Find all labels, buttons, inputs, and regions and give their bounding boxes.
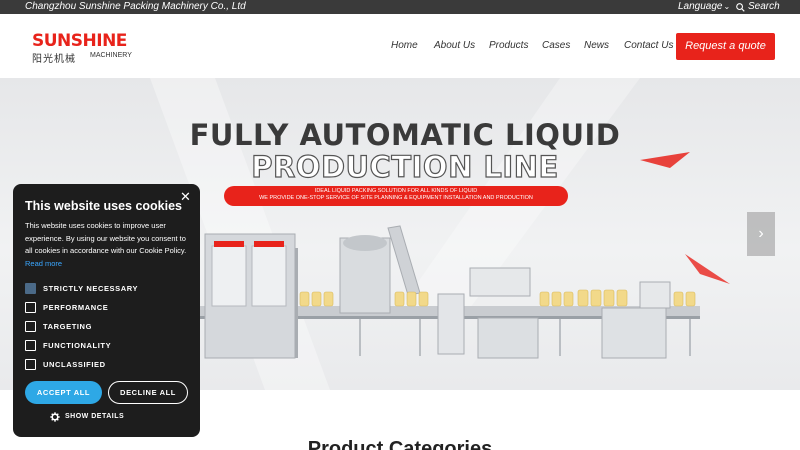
- cookie-option-label: TARGETING: [43, 322, 93, 331]
- nav-products[interactable]: Products: [489, 40, 528, 51]
- cookie-option-label: FUNCTIONALITY: [43, 341, 112, 350]
- logo-chinese: 阳光机械: [32, 54, 76, 65]
- cookie-option-label: UNCLASSIFIED: [43, 360, 106, 369]
- nav-contact-us[interactable]: Contact Us: [624, 40, 673, 51]
- slider-next-arrow[interactable]: ›: [747, 212, 775, 256]
- company-logo[interactable]: SUNSHINE 阳光机械 MACHINERY: [32, 31, 136, 65]
- logo-brand: SUNSHINE: [32, 31, 127, 51]
- cookie-description: This website uses cookies to improve use…: [25, 220, 193, 270]
- hero-title-line2: PRODUCTION LINE: [251, 149, 559, 184]
- cookie-consent-popup: ✕ This website uses cookies This website…: [13, 184, 200, 437]
- cookie-option-label: STRICTLY NECESSARY: [43, 284, 139, 293]
- search-link[interactable]: Search: [736, 1, 780, 12]
- checkbox[interactable]: [25, 302, 36, 313]
- nav-about-us[interactable]: About Us: [434, 40, 475, 51]
- read-more-link[interactable]: Read more: [25, 259, 62, 268]
- checkbox[interactable]: [25, 321, 36, 332]
- show-details-button[interactable]: SHOW DETAILS: [50, 412, 125, 422]
- hero-title-line1: FULLY AUTOMATIC LIQUID: [189, 118, 621, 152]
- logo-sub: MACHINERY: [90, 52, 132, 59]
- company-name: Changzhou Sunshine Packing Machinery Co.…: [25, 1, 246, 12]
- cookie-option-label: PERFORMANCE: [43, 303, 109, 312]
- checkbox-checked[interactable]: [25, 283, 36, 294]
- show-details-label: SHOW DETAILS: [65, 413, 125, 420]
- top-bar: Changzhou Sunshine Packing Machinery Co.…: [0, 0, 800, 14]
- site-header: SUNSHINE 阳光机械 MACHINERY Home About Us Pr…: [0, 14, 800, 78]
- decline-all-button[interactable]: DECLINE ALL: [108, 381, 188, 404]
- hero-banner-line2: WE PROVIDE ONE-STOP SERVICE OF SITE PLAN…: [259, 195, 533, 201]
- product-categories-heading: Product Categories: [307, 438, 493, 450]
- request-quote-button[interactable]: Request a quote: [676, 33, 775, 60]
- nav-cases[interactable]: Cases: [542, 40, 570, 51]
- checkbox[interactable]: [25, 359, 36, 370]
- cookie-title: This website uses cookies: [25, 199, 183, 213]
- accept-all-button[interactable]: ACCEPT ALL: [25, 381, 102, 404]
- checkbox[interactable]: [25, 340, 36, 351]
- language-selector[interactable]: Language⌄: [678, 1, 730, 12]
- hero-banner: IDEAL LIQUID PACKING SOLUTION FOR ALL KI…: [224, 186, 568, 206]
- chevron-down-icon: ⌄: [723, 2, 731, 11]
- cookie-body-text: This website uses cookies to improve use…: [25, 221, 187, 255]
- hero-banner-line1: IDEAL LIQUID PACKING SOLUTION FOR ALL KI…: [314, 188, 478, 194]
- search-label: Search: [748, 1, 780, 12]
- language-label: Language: [678, 1, 723, 12]
- gear-icon: [50, 412, 60, 422]
- nav-news[interactable]: News: [584, 40, 609, 51]
- nav-home[interactable]: Home: [391, 40, 418, 51]
- search-icon: [736, 3, 745, 12]
